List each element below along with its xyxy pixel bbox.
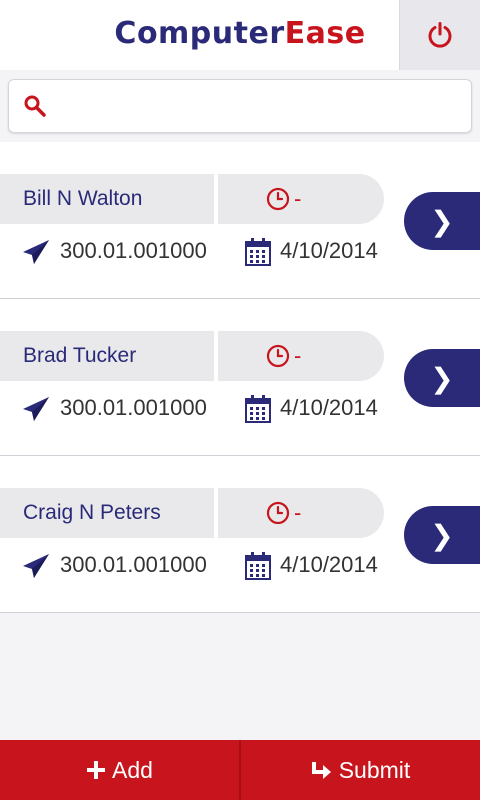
list-item: Bill N Walton - 300.01.001000 4/10/2014 … bbox=[0, 142, 480, 299]
entry-date: 4/10/2014 bbox=[280, 552, 378, 577]
open-entry-button[interactable]: ❯ bbox=[404, 192, 480, 250]
entry-name: Bill N Walton bbox=[0, 174, 214, 224]
entry-code: 300.01.001000 bbox=[60, 395, 207, 420]
open-entry-button[interactable]: ❯ bbox=[404, 506, 480, 564]
footer-toolbar: Add Submit bbox=[0, 740, 480, 800]
chevron-right-icon: ❯ bbox=[430, 362, 454, 394]
search-bar bbox=[0, 70, 480, 143]
entry-status-text: - bbox=[294, 343, 302, 368]
submit-button-label: Submit bbox=[338, 756, 411, 783]
entry-details: 300.01.001000 4/10/2014 bbox=[0, 394, 400, 424]
entry-status-text: - bbox=[294, 500, 302, 525]
add-button[interactable]: Add bbox=[0, 740, 241, 800]
entry-code: 300.01.001000 bbox=[60, 238, 207, 263]
send-icon bbox=[23, 397, 49, 421]
chevron-right-icon: ❯ bbox=[430, 205, 454, 237]
clock-icon bbox=[266, 344, 290, 368]
clock-icon bbox=[266, 501, 290, 525]
entry-status-text: - bbox=[294, 186, 302, 211]
entry-status: - bbox=[218, 488, 384, 538]
entry-date: 4/10/2014 bbox=[280, 395, 378, 420]
list-item: Craig N Peters - 300.01.001000 4/10/2014… bbox=[0, 456, 480, 613]
add-button-label: Add bbox=[112, 756, 153, 783]
search-input[interactable] bbox=[61, 88, 465, 126]
send-icon bbox=[23, 554, 49, 578]
entry-date: 4/10/2014 bbox=[280, 238, 378, 263]
calendar-icon bbox=[245, 552, 271, 580]
power-icon bbox=[428, 22, 452, 48]
entry-name: Brad Tucker bbox=[0, 331, 214, 381]
entry-status: - bbox=[218, 174, 384, 224]
clock-icon bbox=[266, 187, 290, 211]
entry-details: 300.01.001000 4/10/2014 bbox=[0, 237, 400, 267]
logo-text-part1: Computer bbox=[114, 16, 285, 51]
entry-status: - bbox=[218, 331, 384, 381]
submit-button[interactable]: Submit bbox=[241, 740, 480, 800]
send-icon bbox=[23, 240, 49, 264]
forward-arrow-icon bbox=[311, 762, 331, 779]
calendar-icon bbox=[245, 238, 271, 266]
entry-list: Bill N Walton - 300.01.001000 4/10/2014 … bbox=[0, 142, 480, 613]
search-box[interactable] bbox=[8, 79, 472, 133]
search-icon bbox=[24, 95, 46, 117]
power-button[interactable] bbox=[399, 0, 480, 70]
plus-icon bbox=[87, 761, 106, 779]
entry-code: 300.01.001000 bbox=[60, 552, 207, 577]
calendar-icon bbox=[245, 395, 271, 423]
entry-details: 300.01.001000 4/10/2014 bbox=[0, 551, 400, 581]
logo-text-part2: Ease bbox=[284, 16, 366, 51]
open-entry-button[interactable]: ❯ bbox=[404, 349, 480, 407]
entry-name: Craig N Peters bbox=[0, 488, 214, 538]
chevron-right-icon: ❯ bbox=[430, 519, 454, 551]
list-item: Brad Tucker - 300.01.001000 4/10/2014 ❯ bbox=[0, 299, 480, 456]
app-header: ComputerEase bbox=[0, 0, 480, 71]
